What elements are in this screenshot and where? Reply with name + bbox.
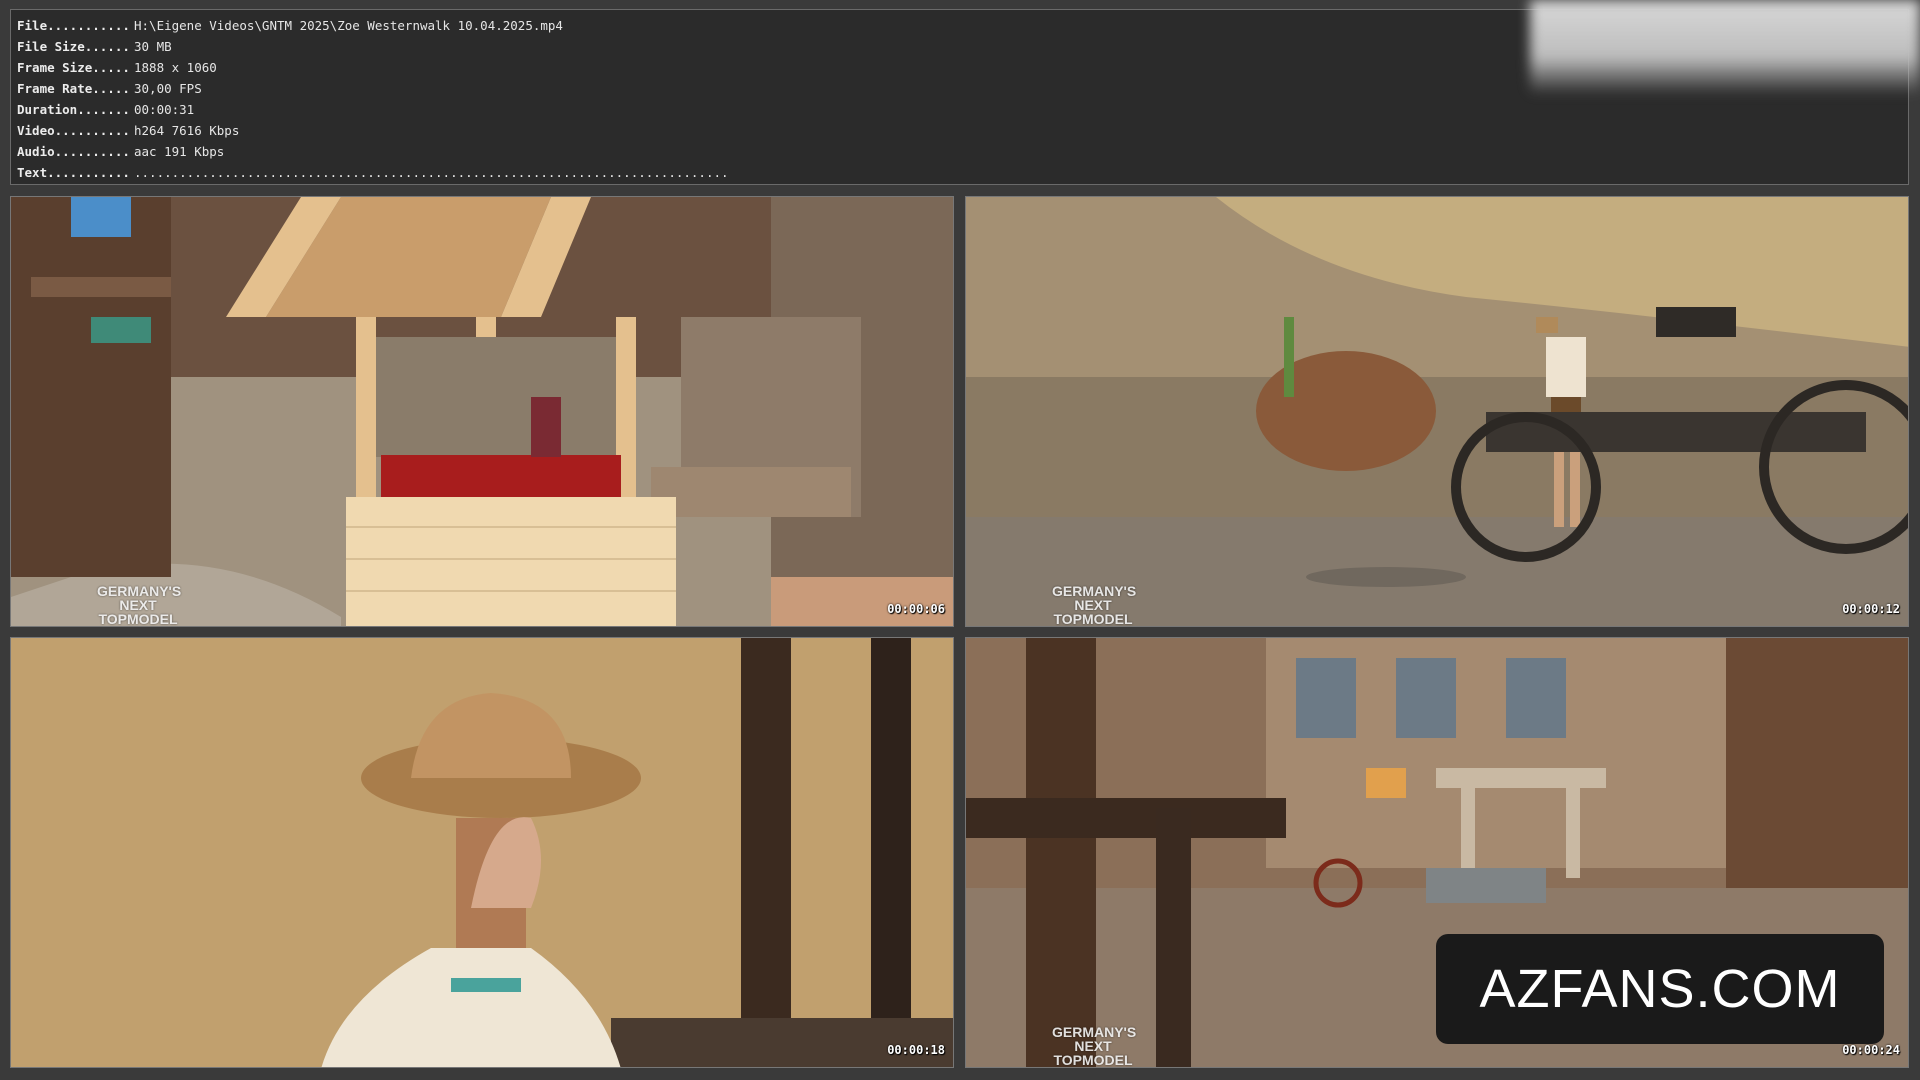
watermark-logo: AZFANS.COM	[1436, 934, 1884, 1044]
scene-western-town-well	[11, 197, 953, 626]
scene-model-wagon	[966, 197, 1908, 626]
info-row-video: Video.......... h264 7616 Kbps	[17, 123, 240, 138]
info-row-duration: Duration....... 00:00:31	[17, 102, 195, 117]
timestamp: 00:00:06	[887, 602, 945, 616]
channel-logo: GERMANY'S NEXT TOPMODEL	[1052, 1024, 1137, 1068]
info-row-audio: Audio.......... aac 191 Kbps	[17, 144, 225, 159]
channel-logo: GERMANY'S NEXT TOPMODEL	[97, 583, 182, 627]
thumbnail-2: GERMANY'S NEXT TOPMODEL 00:00:12	[965, 196, 1909, 627]
timestamp: 00:00:24	[1842, 1043, 1900, 1057]
thumbnail-3: 00:00:18	[10, 637, 954, 1068]
channel-logo: GERMANY'S NEXT TOPMODEL	[1052, 583, 1137, 627]
timestamp: 00:00:12	[1842, 602, 1900, 616]
timestamp: 00:00:18	[887, 1043, 945, 1057]
thumbnail-1: GERMANY'S NEXT TOPMODEL 00:00:06	[10, 196, 954, 627]
blurred-corner	[1530, 0, 1920, 95]
scene-cowboy-hat-closeup	[11, 638, 953, 1067]
info-row-text: Text....................................…	[17, 165, 729, 180]
